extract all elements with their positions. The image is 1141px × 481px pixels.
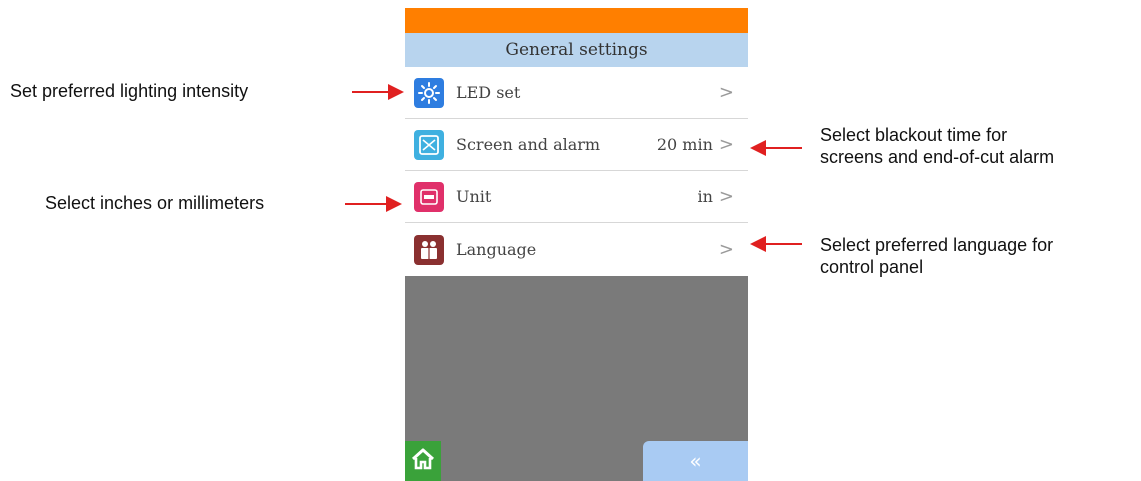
status-bar: [405, 8, 748, 33]
settings-screen: General settings LED set > Screen and al…: [405, 8, 748, 481]
settings-row-language[interactable]: Language >: [405, 223, 748, 276]
screen-icon: [414, 129, 444, 160]
annotation-language: Select preferred language for control pa…: [820, 234, 1053, 278]
row-label-unit: Unit: [456, 187, 492, 206]
people-icon: [414, 234, 444, 265]
home-icon: [410, 446, 436, 477]
annotation-unit: Select inches or millimeters: [45, 193, 265, 213]
settings-row-led[interactable]: LED set >: [405, 67, 748, 119]
home-button[interactable]: [405, 441, 441, 481]
chevron-right-icon: >: [718, 239, 734, 260]
annotation-screen: Select blackout time for screens and end…: [820, 124, 1054, 168]
led-sun-icon: [414, 77, 444, 108]
page-title: General settings: [405, 33, 748, 67]
unit-icon: [414, 181, 444, 212]
row-label-led: LED set: [456, 83, 521, 102]
chevron-right-icon: >: [718, 82, 734, 103]
settings-row-unit[interactable]: Unit in >: [405, 171, 748, 223]
row-value-screen-alarm: 20 min: [656, 135, 713, 154]
settings-row-screen-alarm[interactable]: Screen and alarm 20 min >: [405, 119, 748, 171]
row-label-screen-alarm: Screen and alarm: [456, 135, 601, 154]
settings-list: LED set > Screen and alarm 20 min > Unit…: [405, 67, 748, 276]
annotation-screen-line1: Select blackout time for: [820, 125, 1008, 145]
row-label-language: Language: [456, 240, 537, 259]
annotation-language-line1: Select preferred language for: [820, 235, 1054, 255]
annotation-screen-line2: screens and end-of-cut alarm: [820, 147, 1055, 167]
row-value-unit: in: [697, 187, 713, 206]
chevron-right-icon: >: [718, 134, 734, 155]
annotation-led: Set preferred lighting intensity: [10, 81, 249, 101]
chevron-right-icon: >: [718, 186, 734, 207]
annotation-language-line2: control panel: [820, 257, 924, 277]
back-label: «: [689, 449, 702, 473]
back-button[interactable]: «: [643, 441, 748, 481]
